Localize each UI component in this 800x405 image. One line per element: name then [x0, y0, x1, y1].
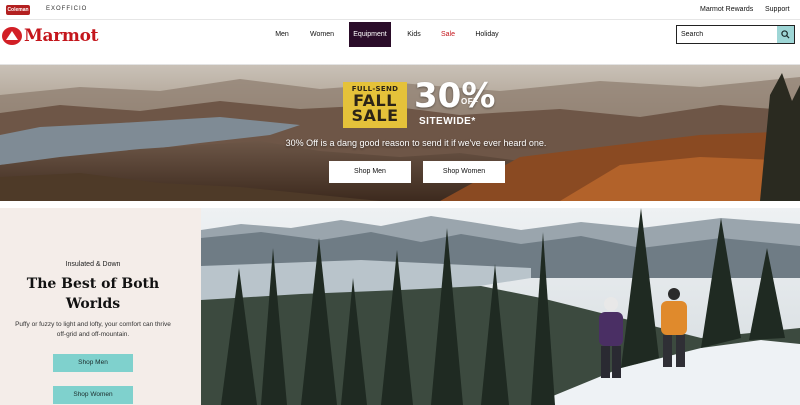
promo-body: Puffy or fuzzy to light and lofty, your … [15, 321, 171, 338]
sale-percent: 30% [414, 76, 496, 116]
sale-sitewide-label: SITEWIDE* [419, 116, 476, 127]
promo-hikers-image [201, 208, 800, 405]
nav-kids[interactable]: Kids [402, 22, 426, 47]
promo-panel: Insulated & Down The Best of Both Worlds… [0, 208, 201, 405]
sale-off-label: OFF [461, 97, 479, 106]
marmot-logo[interactable]: Marmot [2, 26, 98, 46]
snowy-forest-scene [201, 208, 800, 405]
search-input[interactable] [677, 26, 777, 43]
promo-shop-women-button[interactable]: Shop Women [53, 386, 133, 404]
nav-equipment[interactable]: Equipment [349, 22, 391, 47]
sale-badge: FULL-SEND FALL SALE [343, 82, 407, 128]
nav-men[interactable]: Men [270, 22, 294, 47]
hero-tagline: 30% Off is a dang good reason to send it… [285, 138, 547, 148]
promo-eyebrow: Insulated & Down [65, 261, 121, 268]
search-icon [781, 30, 790, 39]
hero-shop-men-button[interactable]: Shop Men [329, 161, 411, 183]
marmot-rewards-link[interactable]: Marmot Rewards [700, 6, 753, 13]
promo-title: The Best of Both Worlds [26, 276, 160, 312]
nav-holiday[interactable]: Holiday [473, 22, 501, 47]
utility-bar: Coleman EXOFFICIO Marmot Rewards Support [0, 0, 800, 20]
hero-banner: FULL-SEND FALL SALE 30% OFF SITEWIDE* 30… [0, 65, 800, 201]
marmot-m-icon [2, 27, 22, 45]
support-link[interactable]: Support [765, 6, 790, 13]
site-header: Marmot Men Women Equipment Kids Sale Hol… [0, 20, 800, 65]
promo-shop-men-button[interactable]: Shop Men [53, 354, 133, 372]
search-button[interactable] [777, 26, 794, 43]
hero-shop-women-button[interactable]: Shop Women [423, 161, 505, 183]
logo-text: Marmot [24, 26, 99, 46]
nav-women[interactable]: Women [307, 22, 337, 47]
sale-badge-line3: SALE [351, 106, 399, 125]
exofficio-brand-link[interactable]: EXOFFICIO [46, 6, 87, 12]
search-box [676, 25, 795, 44]
coleman-brand-link[interactable]: Coleman [6, 5, 30, 15]
nav-sale[interactable]: Sale [438, 22, 458, 47]
